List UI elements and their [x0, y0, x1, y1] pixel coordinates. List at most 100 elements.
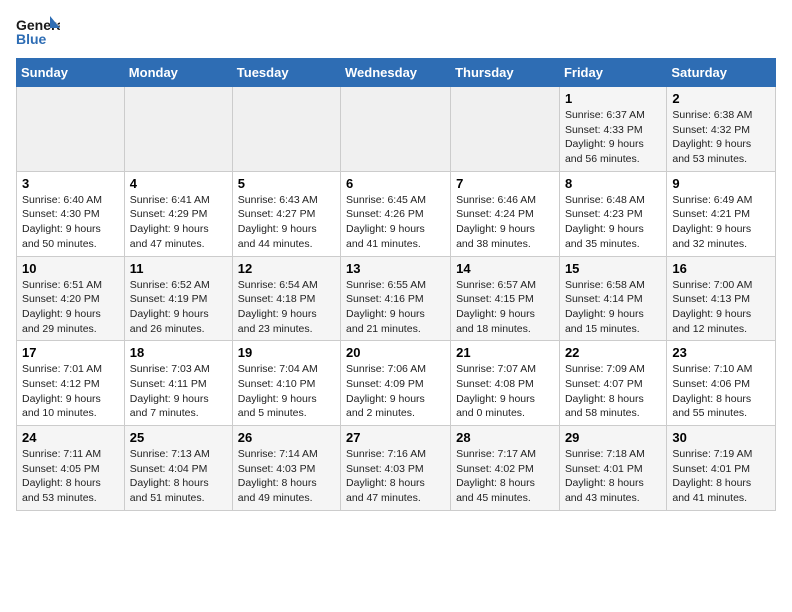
day-number: 25 [130, 430, 227, 445]
calendar-cell [124, 87, 232, 172]
calendar-cell: 29 Sunrise: 7:18 AMSunset: 4:01 PMDayligh… [559, 426, 666, 511]
logo: GeneralBlue [16, 16, 60, 46]
day-info: Sunrise: 6:52 AMSunset: 4:19 PMDaylight:… [130, 278, 227, 337]
day-number: 8 [565, 176, 661, 191]
day-info: Sunrise: 7:06 AMSunset: 4:09 PMDaylight:… [346, 362, 445, 421]
day-header-friday: Friday [559, 59, 666, 87]
calendar-cell: 25 Sunrise: 7:13 AMSunset: 4:04 PMDayligh… [124, 426, 232, 511]
calendar-table: SundayMondayTuesdayWednesdayThursdayFrid… [16, 58, 776, 511]
day-info: Sunrise: 6:49 AMSunset: 4:21 PMDaylight:… [672, 193, 770, 252]
day-info: Sunrise: 6:57 AMSunset: 4:15 PMDaylight:… [456, 278, 554, 337]
calendar-cell: 19Sunrise: 7:04 AMSunset: 4:10 PMDayligh… [232, 341, 340, 426]
day-number: 1 [565, 91, 661, 106]
day-info: Sunrise: 7:18 AMSunset: 4:01 PMDaylight:… [565, 447, 661, 506]
day-info: Sunrise: 7:14 AMSunset: 4:03 PMDaylight:… [238, 447, 335, 506]
page-header: GeneralBlue [16, 16, 776, 46]
day-number: 24 [22, 430, 119, 445]
day-info: Sunrise: 7:10 AMSunset: 4:06 PMDaylight:… [672, 362, 770, 421]
calendar-cell: 12 Sunrise: 6:54 AMSunset: 4:18 PMDayligh… [232, 256, 340, 341]
day-info: Sunrise: 6:55 AMSunset: 4:16 PMDaylight:… [346, 278, 445, 337]
day-number: 9 [672, 176, 770, 191]
day-number: 13 [346, 261, 445, 276]
logo-icon: GeneralBlue [16, 16, 60, 46]
day-header-tuesday: Tuesday [232, 59, 340, 87]
svg-text:Blue: Blue [16, 31, 47, 46]
day-number: 29 [565, 430, 661, 445]
calendar-cell: 28 Sunrise: 7:17 AMSunset: 4:02 PMDayligh… [451, 426, 560, 511]
day-header-wednesday: Wednesday [341, 59, 451, 87]
day-number: 2 [672, 91, 770, 106]
calendar-cell [341, 87, 451, 172]
day-header-sunday: Sunday [17, 59, 125, 87]
calendar-cell [17, 87, 125, 172]
calendar-week-4: 17 Sunrise: 7:01 AMSunset: 4:12 PMDayligh… [17, 341, 776, 426]
calendar-cell: 4Sunrise: 6:41 AMSunset: 4:29 PMDaylight… [124, 171, 232, 256]
day-number: 18 [130, 345, 227, 360]
day-info: Sunrise: 6:46 AMSunset: 4:24 PMDaylight:… [456, 193, 554, 252]
day-info: Sunrise: 6:38 AMSunset: 4:32 PMDaylight:… [672, 108, 770, 167]
day-number: 16 [672, 261, 770, 276]
day-number: 22 [565, 345, 661, 360]
day-info: Sunrise: 6:45 AMSunset: 4:26 PMDaylight:… [346, 193, 445, 252]
calendar-week-2: 3 Sunrise: 6:40 AMSunset: 4:30 PMDaylight… [17, 171, 776, 256]
day-number: 23 [672, 345, 770, 360]
calendar-cell: 11 Sunrise: 6:52 AMSunset: 4:19 PMDayligh… [124, 256, 232, 341]
calendar-cell: 17 Sunrise: 7:01 AMSunset: 4:12 PMDayligh… [17, 341, 125, 426]
calendar-header-row: SundayMondayTuesdayWednesdayThursdayFrid… [17, 59, 776, 87]
day-number: 7 [456, 176, 554, 191]
calendar-cell: 16 Sunrise: 7:00 AMSunset: 4:13 PMDayligh… [667, 256, 776, 341]
day-number: 3 [22, 176, 119, 191]
calendar-cell: 2 Sunrise: 6:38 AMSunset: 4:32 PMDaylight… [667, 87, 776, 172]
day-number: 30 [672, 430, 770, 445]
day-number: 17 [22, 345, 119, 360]
day-info: Sunrise: 7:01 AMSunset: 4:12 PMDaylight:… [22, 362, 119, 421]
day-info: Sunrise: 7:11 AMSunset: 4:05 PMDaylight:… [22, 447, 119, 506]
day-header-thursday: Thursday [451, 59, 560, 87]
day-header-monday: Monday [124, 59, 232, 87]
calendar-cell: 1 Sunrise: 6:37 AMSunset: 4:33 PMDaylight… [559, 87, 666, 172]
calendar-cell: 6Sunrise: 6:45 AMSunset: 4:26 PMDaylight… [341, 171, 451, 256]
day-number: 27 [346, 430, 445, 445]
calendar-cell: 20Sunrise: 7:06 AMSunset: 4:09 PMDayligh… [341, 341, 451, 426]
calendar-cell [232, 87, 340, 172]
day-info: Sunrise: 6:54 AMSunset: 4:18 PMDaylight:… [238, 278, 335, 337]
day-info: Sunrise: 6:51 AMSunset: 4:20 PMDaylight:… [22, 278, 119, 337]
calendar-cell: 10 Sunrise: 6:51 AMSunset: 4:20 PMDayligh… [17, 256, 125, 341]
day-number: 28 [456, 430, 554, 445]
day-info: Sunrise: 6:43 AMSunset: 4:27 PMDaylight:… [238, 193, 335, 252]
calendar-week-1: 1 Sunrise: 6:37 AMSunset: 4:33 PMDaylight… [17, 87, 776, 172]
calendar-cell: 9 Sunrise: 6:49 AMSunset: 4:21 PMDaylight… [667, 171, 776, 256]
day-number: 21 [456, 345, 554, 360]
calendar-cell: 13 Sunrise: 6:55 AMSunset: 4:16 PMDayligh… [341, 256, 451, 341]
day-info: Sunrise: 7:16 AMSunset: 4:03 PMDaylight:… [346, 447, 445, 506]
day-info: Sunrise: 7:04 AMSunset: 4:10 PMDaylight:… [238, 362, 335, 421]
calendar-cell: 26 Sunrise: 7:14 AMSunset: 4:03 PMDayligh… [232, 426, 340, 511]
calendar-cell: 21 Sunrise: 7:07 AMSunset: 4:08 PMDayligh… [451, 341, 560, 426]
day-number: 14 [456, 261, 554, 276]
day-info: Sunrise: 7:07 AMSunset: 4:08 PMDaylight:… [456, 362, 554, 421]
day-info: Sunrise: 7:13 AMSunset: 4:04 PMDaylight:… [130, 447, 227, 506]
calendar-week-5: 24 Sunrise: 7:11 AMSunset: 4:05 PMDayligh… [17, 426, 776, 511]
day-number: 11 [130, 261, 227, 276]
calendar-cell: 8 Sunrise: 6:48 AMSunset: 4:23 PMDaylight… [559, 171, 666, 256]
day-number: 10 [22, 261, 119, 276]
calendar-cell: 27 Sunrise: 7:16 AMSunset: 4:03 PMDayligh… [341, 426, 451, 511]
day-info: Sunrise: 7:03 AMSunset: 4:11 PMDaylight:… [130, 362, 227, 421]
day-info: Sunrise: 6:40 AMSunset: 4:30 PMDaylight:… [22, 193, 119, 252]
calendar-cell [451, 87, 560, 172]
calendar-cell: 15Sunrise: 6:58 AMSunset: 4:14 PMDayligh… [559, 256, 666, 341]
day-number: 26 [238, 430, 335, 445]
day-info: Sunrise: 7:00 AMSunset: 4:13 PMDaylight:… [672, 278, 770, 337]
calendar-week-3: 10 Sunrise: 6:51 AMSunset: 4:20 PMDayligh… [17, 256, 776, 341]
calendar-cell: 22Sunrise: 7:09 AMSunset: 4:07 PMDayligh… [559, 341, 666, 426]
day-info: Sunrise: 7:17 AMSunset: 4:02 PMDaylight:… [456, 447, 554, 506]
day-info: Sunrise: 6:48 AMSunset: 4:23 PMDaylight:… [565, 193, 661, 252]
calendar-cell: 24 Sunrise: 7:11 AMSunset: 4:05 PMDayligh… [17, 426, 125, 511]
calendar-cell: 14 Sunrise: 6:57 AMSunset: 4:15 PMDayligh… [451, 256, 560, 341]
day-number: 12 [238, 261, 335, 276]
day-number: 5 [238, 176, 335, 191]
calendar-cell: 7 Sunrise: 6:46 AMSunset: 4:24 PMDaylight… [451, 171, 560, 256]
day-number: 15 [565, 261, 661, 276]
day-info: Sunrise: 6:37 AMSunset: 4:33 PMDaylight:… [565, 108, 661, 167]
calendar-cell: 30Sunrise: 7:19 AMSunset: 4:01 PMDayligh… [667, 426, 776, 511]
